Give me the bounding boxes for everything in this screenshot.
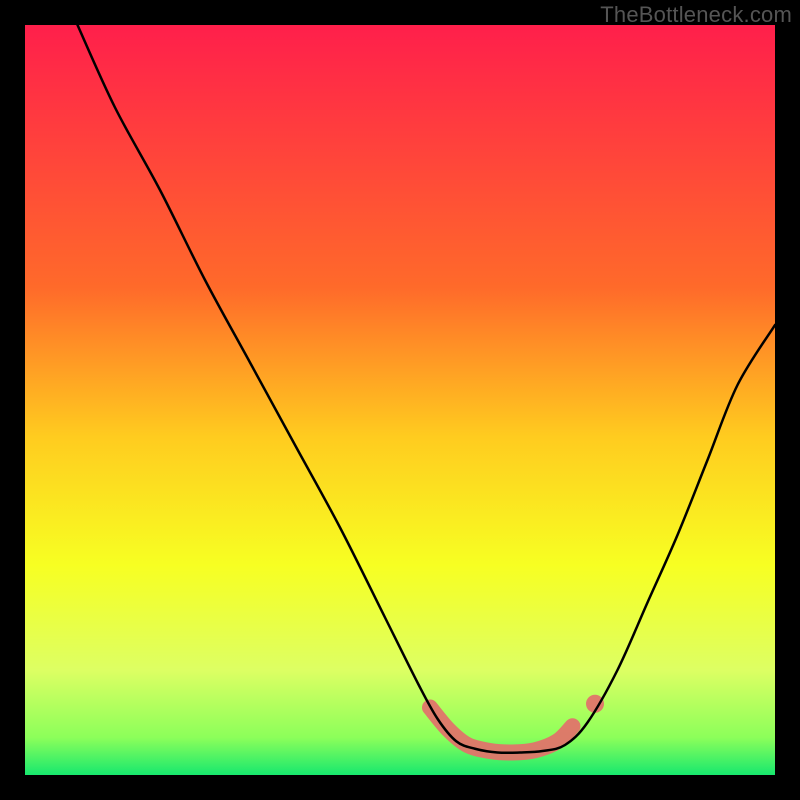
gradient-background	[25, 25, 775, 775]
chart-stage: TheBottleneck.com	[0, 0, 800, 800]
plot-area	[25, 25, 775, 775]
chart-svg	[25, 25, 775, 775]
